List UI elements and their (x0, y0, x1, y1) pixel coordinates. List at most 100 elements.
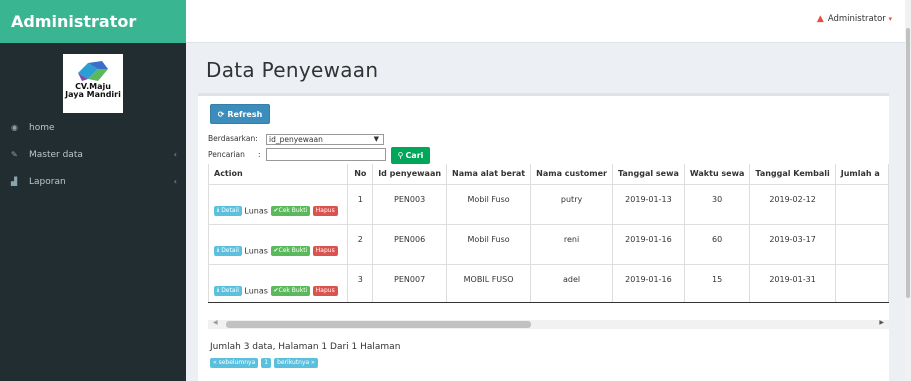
hapus-button[interactable]: Hapus (312, 285, 338, 296)
sidebar-item-laporan[interactable]: ▟ Laporan ‹ (0, 168, 186, 195)
col-tgl-kembali: Tanggal Kembali (749, 164, 836, 185)
col-waktu: Waktu sewa (683, 164, 751, 185)
page-1-button[interactable]: 1 (261, 358, 272, 368)
table-horizontal-scrollbar[interactable]: ◀ ▶ (208, 319, 889, 329)
cell-alat: Mobil Fuso (446, 223, 532, 265)
cell-no: 3 (347, 263, 374, 302)
cell-tgl-sewa: 2019-01-16 (611, 263, 685, 302)
scrollbar-thumb[interactable] (226, 321, 531, 328)
scrollbar-thumb[interactable] (906, 28, 910, 298)
sidebar-item-label: Laporan (29, 176, 66, 187)
hapus-button[interactable]: Hapus (312, 245, 338, 256)
cek-bukti-button[interactable]: ✔Cek Bukti (270, 245, 311, 256)
cell-alat: Mobil Fuso (446, 183, 532, 225)
chevron-left-icon: ‹ (173, 177, 177, 186)
cell-jumlah (834, 183, 889, 225)
pagination-summary: Jumlah 3 data, Halaman 1 Dari 1 Halaman (210, 342, 401, 352)
dashboard-icon: ◉ (11, 123, 18, 132)
cell-waktu: 15 (683, 263, 751, 302)
company-logo: CV.Maju Jaya Mandiri (63, 54, 123, 113)
user-menu[interactable]: ▲ Administrator ▾ (817, 14, 892, 24)
col-customer: Nama customer (530, 164, 613, 185)
detail-button[interactable]: ℹ Detail (214, 285, 242, 296)
col-jumlah: Jumlah a (834, 164, 889, 185)
cell-tgl-kembali: 2019-01-31 (749, 263, 836, 302)
logo-graphic-icon (78, 61, 108, 81)
detail-button[interactable]: ℹ Detail (214, 245, 242, 256)
cell-customer: putry (530, 183, 613, 225)
cell-no: 2 (347, 223, 374, 265)
status-lunas: Lunas (244, 206, 268, 215)
scroll-right-icon[interactable]: ▶ (879, 319, 884, 326)
table-row: ℹ Detail Lunas ✔Cek Bukti Hapus 3 PEN007… (208, 263, 889, 302)
action-cell: ℹ Detail Lunas ✔Cek Bukti Hapus (208, 263, 349, 302)
cell-id: PEN003 (372, 183, 448, 225)
data-table-container: Action No Id penyewaan Nama alat berat N… (208, 164, 889, 303)
user-icon: ▲ (816, 14, 824, 24)
refresh-label: Refresh (227, 109, 263, 119)
col-id: Id penyewaan (372, 164, 448, 185)
filter-value: id_penyewaan (269, 135, 323, 144)
col-no: No (347, 164, 374, 185)
cell-no: 1 (347, 183, 374, 225)
hapus-button[interactable]: Hapus (312, 205, 338, 216)
search-label: Pencarian (208, 150, 245, 159)
logo-line2: Jaya Mandiri (65, 90, 121, 99)
detail-button[interactable]: ℹ Detail (214, 205, 242, 216)
cell-customer: reni (530, 223, 613, 265)
search-icon: ⚲ (397, 151, 404, 160)
cell-id: PEN007 (372, 263, 448, 302)
user-name: Administrator (827, 14, 886, 24)
refresh-icon: ⟳ (217, 109, 225, 119)
cell-jumlah (834, 223, 889, 265)
sidebar-item-master-data[interactable]: ✎ Master data ‹ (0, 141, 186, 168)
status-lunas: Lunas (244, 286, 268, 295)
search-button-label: Cari (405, 151, 424, 160)
sidebar-item-home[interactable]: ◉ home (0, 114, 186, 141)
chart-icon: ▟ (11, 177, 18, 186)
refresh-button[interactable]: ⟳ Refresh (210, 104, 270, 124)
content-panel: ⟳ Refresh Berdasarkan: id_penyewaan ▼ Pen… (198, 93, 889, 381)
cek-bukti-button[interactable]: ✔Cek Bukti (270, 205, 311, 216)
search-button[interactable]: ⚲ Cari (391, 147, 430, 164)
cell-jumlah (834, 263, 889, 302)
sidebar-item-label: Master data (29, 149, 83, 160)
scroll-left-icon[interactable]: ◀ (213, 319, 218, 326)
prev-page-button[interactable]: « sebelumnya (210, 358, 259, 368)
filter-label: Berdasarkan: (208, 134, 258, 143)
pagination: « sebelumnya 1 berikutnya » (210, 358, 318, 368)
cell-tgl-sewa: 2019-01-13 (611, 183, 685, 225)
cell-tgl-kembali: 2019-02-12 (749, 183, 836, 225)
col-alat: Nama alat berat (446, 164, 532, 185)
data-table: Action No Id penyewaan Nama alat berat N… (208, 164, 889, 302)
cell-waktu: 60 (683, 223, 751, 265)
cell-id: PEN006 (372, 223, 448, 265)
cell-tgl-kembali: 2019-03-17 (749, 223, 836, 265)
status-lunas: Lunas (244, 246, 268, 255)
edit-icon: ✎ (11, 150, 18, 159)
caret-down-icon: ▾ (888, 15, 892, 23)
search-input[interactable] (266, 148, 386, 161)
search-colon: : (258, 150, 261, 159)
action-cell: ℹ Detail Lunas ✔Cek Bukti Hapus (208, 183, 349, 225)
cek-bukti-button[interactable]: ✔Cek Bukti (270, 285, 311, 296)
action-cell: ℹ Detail Lunas ✔Cek Bukti Hapus (208, 223, 349, 265)
page-scrollbar[interactable] (905, 0, 911, 381)
table-row: ℹ Detail Lunas ✔Cek Bukti Hapus 2 PEN006… (208, 223, 889, 265)
col-tgl-sewa: Tanggal sewa (611, 164, 685, 185)
page-title: Data Penyewaan (206, 58, 379, 82)
brand-title[interactable]: Administrator (0, 0, 186, 43)
dropdown-arrow-icon: ▼ (373, 135, 379, 143)
col-action: Action (208, 164, 349, 185)
filter-select[interactable]: id_penyewaan ▼ (266, 134, 384, 145)
next-page-button[interactable]: berikutnya » (274, 358, 318, 368)
sidebar-item-label: home (29, 122, 55, 133)
sidebar: Administrator CV.Maju Jaya Mandiri ◉ hom… (0, 0, 186, 381)
cell-customer: adel (530, 263, 613, 302)
cell-waktu: 30 (683, 183, 751, 225)
table-row: ℹ Detail Lunas ✔Cek Bukti Hapus 1 PEN003… (208, 183, 889, 225)
logo-area: CV.Maju Jaya Mandiri (0, 43, 186, 113)
chevron-left-icon: ‹ (173, 150, 177, 159)
top-navbar: ▲ Administrator ▾ (186, 0, 911, 43)
cell-alat: MOBIL FUSO (446, 263, 532, 302)
